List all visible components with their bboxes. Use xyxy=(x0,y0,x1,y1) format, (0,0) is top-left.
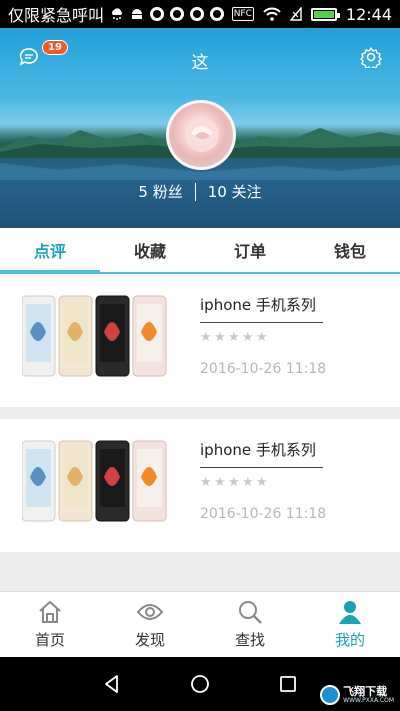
following-count[interactable]: 10 关注 xyxy=(196,181,274,202)
divider xyxy=(200,467,323,468)
no-signal-icon xyxy=(289,7,302,21)
divider xyxy=(200,322,323,323)
star-icon: ★ xyxy=(200,330,212,345)
star-icon: ★ xyxy=(200,475,212,490)
recents-icon[interactable] xyxy=(278,674,298,694)
review-title: iphone 手机系列 xyxy=(200,441,316,459)
nav-discover-label: 发现 xyxy=(134,631,165,649)
tab-bar: 点评 收藏 订单 钱包 xyxy=(0,228,400,274)
star-icon: ★ xyxy=(214,330,226,345)
review-date: 2016-10-26 11:18 xyxy=(200,361,327,377)
status-right: NFC 12:44 xyxy=(231,4,392,24)
list-item[interactable]: iphone 手机系列 ★ ★ ★ ★ ★ 2016-10-26 11:18 xyxy=(0,419,400,552)
system-nav-bar: 飞翔下载 WWW.PXXA.COM xyxy=(0,657,400,711)
star-icon: ★ xyxy=(256,475,268,490)
nav-home-label: 首页 xyxy=(34,631,65,649)
star-icon: ★ xyxy=(256,330,268,345)
follow-stats: 5 粉丝 10 关注 xyxy=(0,181,400,202)
page-title: 这 xyxy=(191,53,209,73)
q-app-icon xyxy=(150,7,165,21)
nav-mine[interactable]: 我的 xyxy=(300,592,400,657)
nfc-icon: NFC xyxy=(231,7,254,21)
status-left: 仅限紧急呼叫 xyxy=(8,2,232,26)
home-button-icon[interactable] xyxy=(190,674,210,694)
review-date: 2016-10-26 11:18 xyxy=(200,506,327,522)
back-icon[interactable] xyxy=(102,674,122,694)
watermark-logo xyxy=(320,685,341,705)
tab-favorites[interactable]: 收藏 xyxy=(100,228,200,272)
gear-icon[interactable] xyxy=(360,46,382,71)
watermark-text: 飞翔下载 xyxy=(343,685,388,698)
cloud-snow-icon xyxy=(110,7,124,21)
nav-mine-label: 我的 xyxy=(334,631,365,649)
search-icon xyxy=(239,601,262,624)
product-image xyxy=(22,440,167,522)
review-title: iphone 手机系列 xyxy=(200,296,316,314)
battery-icon xyxy=(310,7,340,21)
star-rating: ★ ★ ★ ★ ★ xyxy=(200,331,269,344)
fans-count[interactable]: 5 粉丝 xyxy=(126,181,194,202)
star-icon: ★ xyxy=(228,475,240,490)
clock: 12:44 xyxy=(345,4,392,24)
q-app-icon xyxy=(210,7,225,21)
home-icon xyxy=(39,601,61,623)
star-icon: ★ xyxy=(242,330,254,345)
profile-header: 19 这 5 粉丝 10 关注 xyxy=(0,28,400,228)
eye-icon xyxy=(136,604,164,620)
star-icon: ★ xyxy=(214,475,226,490)
review-list: iphone 手机系列 ★ ★ ★ ★ ★ 2016-10-26 11:18 i… xyxy=(0,274,400,592)
nav-discover[interactable]: 发现 xyxy=(100,592,200,657)
top-bar: 19 这 xyxy=(0,28,400,86)
star-rating: ★ ★ ★ ★ ★ xyxy=(200,476,269,489)
bottom-nav: 首页 发现 查找 我的 xyxy=(0,591,400,657)
list-item[interactable]: iphone 手机系列 ★ ★ ★ ★ ★ 2016-10-26 11:18 xyxy=(0,274,400,407)
q-app-icon xyxy=(170,7,185,21)
tab-orders[interactable]: 订单 xyxy=(200,228,300,272)
q-app-icon xyxy=(190,7,205,21)
watermark: 飞翔下载 WWW.PXXA.COM xyxy=(320,685,394,705)
status-bar: 仅限紧急呼叫 NFC 12:44 xyxy=(0,0,400,28)
carrier-text: 仅限紧急呼叫 xyxy=(8,6,105,25)
wifi-icon xyxy=(263,7,281,21)
nav-search[interactable]: 查找 xyxy=(200,592,300,657)
avatar[interactable] xyxy=(166,100,236,170)
android-icon xyxy=(130,7,144,21)
tab-wallet[interactable]: 钱包 xyxy=(300,228,400,272)
star-icon: ★ xyxy=(228,330,240,345)
user-icon xyxy=(339,601,361,624)
product-image xyxy=(22,295,167,377)
star-icon: ★ xyxy=(242,475,254,490)
nav-search-label: 查找 xyxy=(234,631,265,649)
tab-reviews[interactable]: 点评 xyxy=(0,228,100,274)
nav-home[interactable]: 首页 xyxy=(0,592,100,657)
watermark-url: WWW.PXXA.COM xyxy=(343,697,394,704)
